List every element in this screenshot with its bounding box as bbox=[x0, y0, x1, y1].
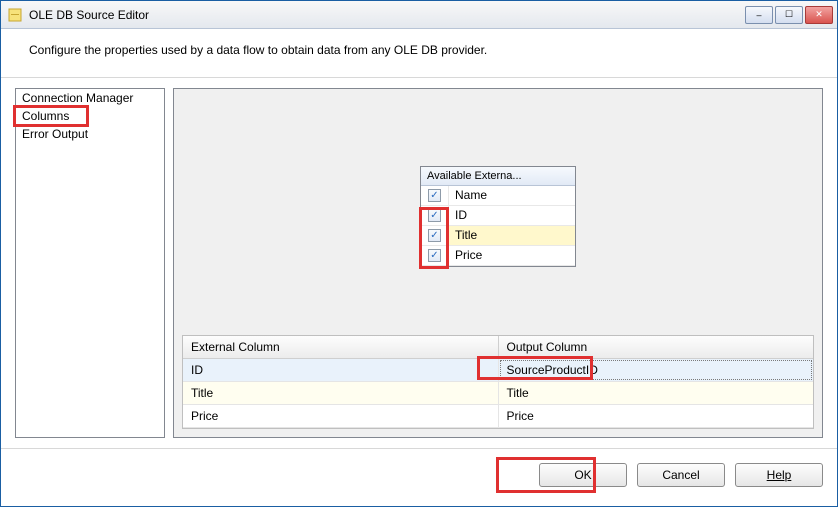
ok-button[interactable]: OK bbox=[539, 463, 627, 487]
checkbox-cell[interactable]: ✓ bbox=[421, 246, 449, 265]
maximize-button[interactable]: ☐ bbox=[775, 6, 803, 24]
close-button[interactable]: ✕ bbox=[805, 6, 833, 24]
checkbox-icon: ✓ bbox=[428, 229, 441, 242]
close-icon: ✕ bbox=[815, 9, 823, 20]
app-icon bbox=[7, 7, 23, 23]
help-button-label: Help bbox=[767, 468, 792, 482]
available-columns-wrap: Available Externa... ✓ Name ✓ ID ✓ Title ✓ Pric… bbox=[182, 97, 814, 335]
checkbox-icon: ✓ bbox=[428, 209, 441, 222]
mapping-output-cell[interactable]: SourceProductID bbox=[499, 359, 814, 381]
available-column-row[interactable]: ✓ ID bbox=[421, 206, 575, 226]
checkbox-icon: ✓ bbox=[428, 249, 441, 262]
titlebar: OLE DB Source Editor – ☐ ✕ bbox=[1, 1, 837, 29]
available-column-row[interactable]: ✓ Title bbox=[421, 226, 575, 246]
nav-item-error-output[interactable]: Error Output bbox=[16, 125, 164, 143]
content-panel: Available Externa... ✓ Name ✓ ID ✓ Title ✓ Pric… bbox=[173, 88, 823, 438]
mapping-external-cell: Price bbox=[183, 405, 499, 427]
available-column-name: Price bbox=[449, 246, 575, 265]
mapping-external-cell: ID bbox=[183, 359, 499, 381]
mapping-row[interactable]: PricePrice bbox=[183, 405, 813, 428]
checkbox-icon: ✓ bbox=[428, 189, 441, 202]
mapping-external-cell: Title bbox=[183, 382, 499, 404]
maximize-icon: ☐ bbox=[785, 9, 793, 20]
cancel-button-label: Cancel bbox=[662, 468, 699, 482]
available-columns-header: Available Externa... bbox=[421, 167, 575, 186]
available-column-name: Name bbox=[449, 186, 575, 205]
minimize-button[interactable]: – bbox=[745, 6, 773, 24]
mapping-header-row: External Column Output Column bbox=[183, 336, 813, 359]
window-title: OLE DB Source Editor bbox=[29, 8, 745, 22]
available-column-name: Title bbox=[449, 226, 575, 245]
window-controls: – ☐ ✕ bbox=[745, 6, 833, 24]
cancel-button[interactable]: Cancel bbox=[637, 463, 725, 487]
mapping-grid: External Column Output Column IDSourcePr… bbox=[182, 335, 814, 429]
mapping-row[interactable]: IDSourceProductID bbox=[183, 359, 813, 382]
mapping-header-output: Output Column bbox=[499, 336, 814, 358]
minimize-icon: – bbox=[756, 10, 761, 20]
mapping-output-cell[interactable]: Price bbox=[499, 405, 814, 427]
available-column-name: ID bbox=[449, 206, 575, 225]
checkbox-cell[interactable]: ✓ bbox=[421, 226, 449, 245]
footer: OK Cancel Help bbox=[1, 448, 837, 501]
nav-panel: Connection Manager Columns Error Output bbox=[15, 88, 165, 438]
available-column-row[interactable]: ✓ Name bbox=[421, 186, 575, 206]
mapping-row[interactable]: TitleTitle bbox=[183, 382, 813, 405]
checkbox-cell[interactable]: ✓ bbox=[421, 186, 449, 205]
mapping-header-external: External Column bbox=[183, 336, 499, 358]
available-columns-box: Available Externa... ✓ Name ✓ ID ✓ Title ✓ Pric… bbox=[420, 166, 576, 267]
main-area: Connection Manager Columns Error Output … bbox=[1, 78, 837, 438]
checkbox-cell[interactable]: ✓ bbox=[421, 206, 449, 225]
description-text: Configure the properties used by a data … bbox=[1, 29, 837, 78]
nav-item-columns[interactable]: Columns bbox=[16, 107, 164, 125]
ok-button-label: OK bbox=[574, 468, 591, 482]
available-column-row[interactable]: ✓ Price bbox=[421, 246, 575, 266]
nav-item-connection-manager[interactable]: Connection Manager bbox=[16, 89, 164, 107]
help-button[interactable]: Help bbox=[735, 463, 823, 487]
mapping-output-cell[interactable]: Title bbox=[499, 382, 814, 404]
